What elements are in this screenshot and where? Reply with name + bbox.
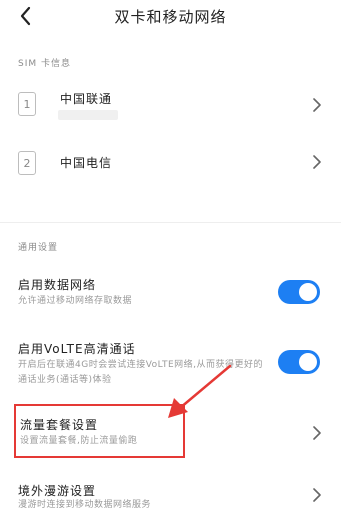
page-title: 双卡和移动网络 (114, 8, 227, 26)
section-label-general: 通用设置 (18, 243, 59, 253)
toggle-switch[interactable] (278, 280, 320, 304)
setting-subtitle: 漫游时连接到移动数据网络服务 (18, 500, 152, 510)
sim-slot-icon: 2 (18, 151, 36, 175)
sim-carrier-label: 中国联通 (60, 92, 113, 106)
sim-card-row-2[interactable]: 2 中国电信 (0, 140, 341, 184)
sim-slot-icon: 1 (18, 92, 36, 116)
setting-subtitle: 设置流量套餐,防止流量偷跑 (20, 436, 138, 446)
setting-title: 境外漫游设置 (18, 484, 97, 498)
section-label-sim: SIM 卡信息 (18, 59, 71, 69)
setting-title: 启用数据网络 (18, 278, 97, 292)
setting-subtitle: 允许通过移动网络存取数据 (18, 296, 133, 306)
chevron-right-icon (313, 488, 321, 502)
annotation-arrow (168, 364, 232, 418)
sim-carrier-label: 中国电信 (60, 156, 113, 170)
setting-title: 启用VoLTE高清通话 (18, 342, 136, 356)
section-divider (0, 222, 341, 223)
app-header: 双卡和移动网络 (0, 0, 341, 40)
toggle-knob (299, 353, 317, 371)
sim-card-row-1[interactable]: 1 中国联通 (0, 80, 341, 128)
chevron-right-icon (313, 98, 321, 112)
chevron-right-icon (313, 426, 321, 440)
toggle-switch[interactable] (278, 350, 320, 374)
setting-title: 流量套餐设置 (20, 418, 99, 432)
chevron-right-icon (313, 155, 321, 169)
setting-row-roaming[interactable]: 境外漫游设置 漫游时连接到移动数据网络服务 (0, 478, 341, 522)
redacted-number (58, 110, 118, 120)
toggle-knob (299, 283, 317, 301)
setting-row-mobile-data: 启用数据网络 允许通过移动网络存取数据 (0, 272, 341, 316)
